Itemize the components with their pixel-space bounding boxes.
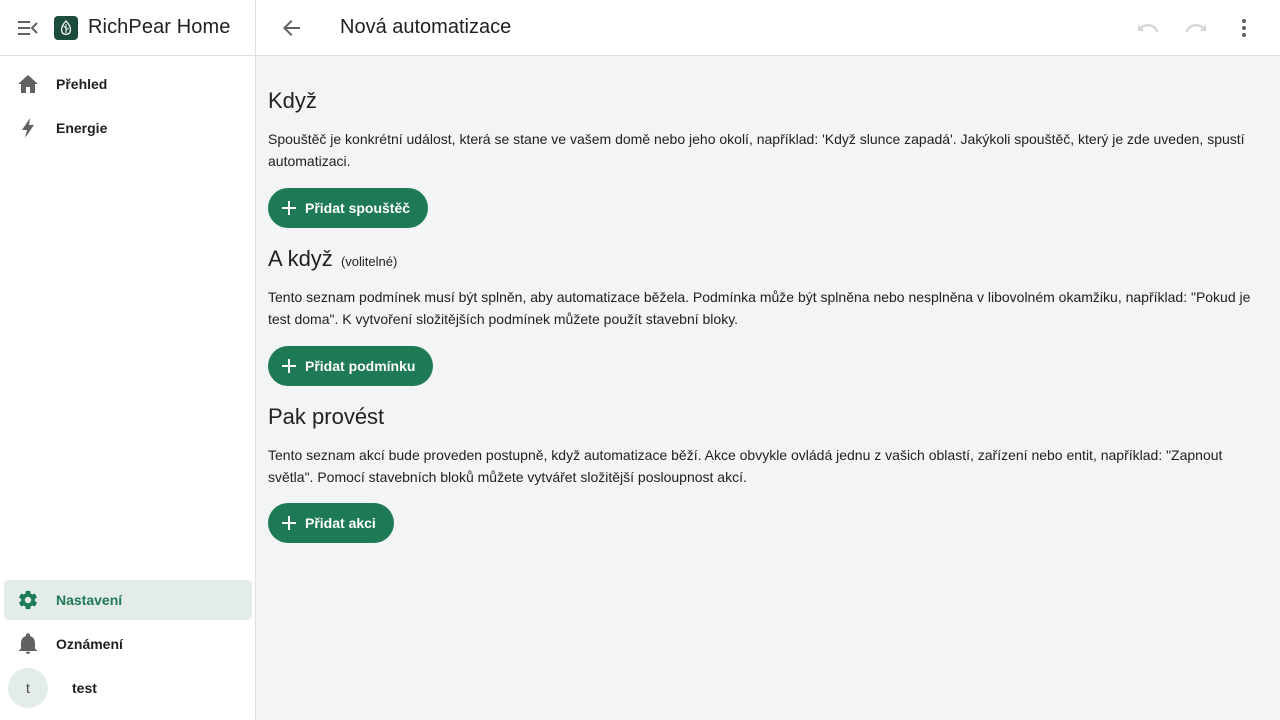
lightning-icon [16,116,40,140]
add-condition-label: Přidat podmínku [305,358,416,374]
section-title: Pak provést [268,404,1268,430]
sidebar-header: RichPear Home [0,0,255,56]
sidebar-item-user[interactable]: t test [4,668,252,708]
avatar: t [8,668,48,708]
section-title: A když (volitelné) [268,246,1268,272]
add-trigger-button[interactable]: Přidat spouštěč [268,188,429,228]
plus-icon [280,514,298,532]
app-title: RichPear Home [88,16,231,38]
section-title: Když [268,88,1268,114]
sidebar-item-prehled[interactable]: Přehled [4,64,252,104]
section-description: Spouštěč je konkrétní událost, která se … [268,131,1245,169]
section-title-text: Pak provést [268,404,385,429]
add-condition-button[interactable]: Přidat podmínku [268,346,434,386]
section-title-text: A když [268,246,333,271]
section-when: Když Spouštěč je konkrétní událost, kter… [268,88,1268,228]
section-description: Tento seznam akcí bude proveden postupně… [268,447,1223,485]
user-name: test [72,680,97,696]
back-arrow-icon[interactable] [272,8,312,48]
automation-editor: Když Spouštěč je konkrétní událost, kter… [256,56,1280,720]
app-logo [54,15,78,40]
sidebar-item-label: Nastavení [56,592,123,608]
section-title-text: Když [268,88,317,113]
sidebar: RichPear Home Přehled Energie Nastavení … [0,0,256,720]
page-title: Nová automatizace [340,16,512,38]
sidebar-item-oznameni[interactable]: Oznámení [4,624,252,664]
sidebar-item-label: Energie [56,120,108,136]
optional-label: (volitelné) [340,254,398,269]
home-icon [16,72,40,96]
sidebar-item-energie[interactable]: Energie [4,108,252,148]
add-action-button[interactable]: Přidat akci [268,503,394,543]
sidebar-item-label: Oznámení [56,636,123,652]
add-trigger-label: Přidat spouštěč [305,200,411,216]
redo-icon[interactable] [1184,16,1208,40]
gear-icon [16,588,40,612]
sidebar-item-label: Přehled [56,76,108,92]
plus-icon [280,199,298,217]
add-action-label: Přidat akci [305,515,376,531]
section-and-if: A když (volitelné) Tento seznam podmínek… [268,246,1268,386]
undo-icon[interactable] [1136,16,1160,40]
plus-icon [280,357,298,375]
section-description: Tento seznam podmínek musí být splněn, a… [268,289,1251,327]
more-vert-icon[interactable] [1232,16,1256,40]
sidebar-item-nastaveni[interactable]: Nastavení [4,580,252,620]
top-app-bar: Nová automatizace [256,0,1280,56]
menu-collapse-icon[interactable] [16,16,40,40]
section-then-do: Pak provést Tento seznam akcí bude prove… [268,404,1268,543]
bell-icon [16,632,40,656]
